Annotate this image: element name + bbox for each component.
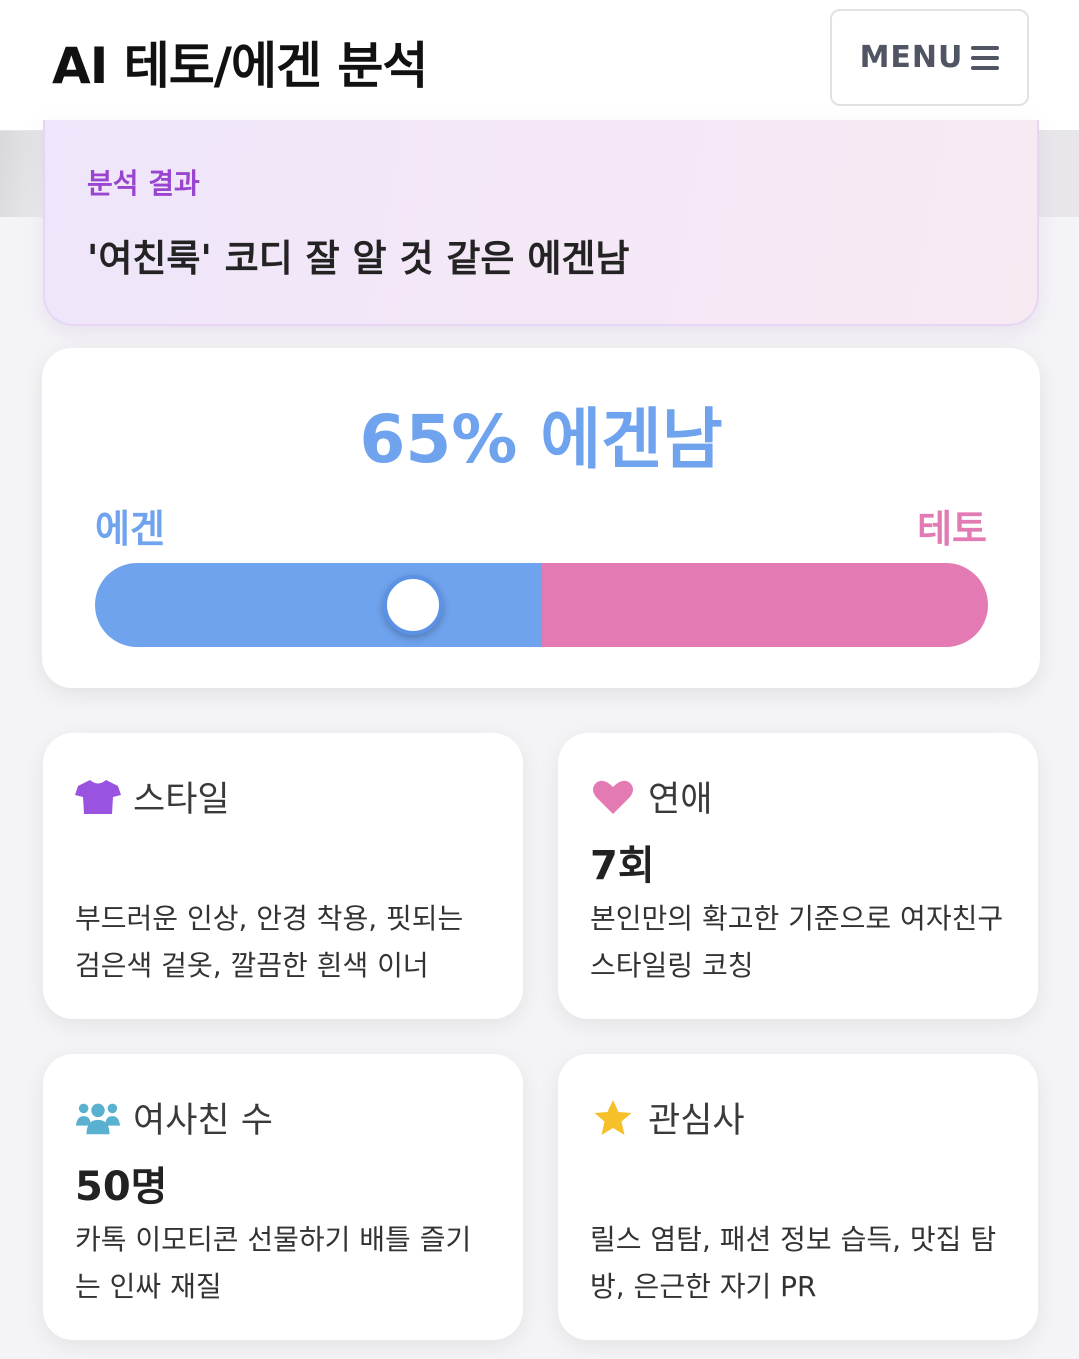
card-description: 릴스 염탐, 패션 정보 습득, 맛집 탐방, 은근한 자기 PR bbox=[590, 1223, 997, 1303]
card-description: 부드러운 인상, 안경 착용, 핏되는 검은색 겉옷, 깔끔한 흰색 이너 bbox=[75, 902, 464, 982]
app-header: AI 테토/에겐 분석 MENU bbox=[0, 0, 1079, 131]
menu-button[interactable]: MENU bbox=[830, 9, 1029, 106]
result-label: 분석 결과 bbox=[87, 167, 200, 200]
menu-label: MENU bbox=[859, 40, 964, 75]
result-text: '여친룩' 코디 잘 알 것 같은 에겐남 bbox=[87, 237, 630, 280]
card-title: 관심사 bbox=[648, 1101, 745, 1141]
teto-fill bbox=[541, 563, 988, 647]
shirt-icon bbox=[75, 776, 121, 818]
card-title: 연애 bbox=[648, 780, 713, 820]
card-description: 카톡 이모티콘 선물하기 배틀 즐기는 인싸 재질 bbox=[75, 1223, 472, 1303]
interests-card: 관심사 릴스 염탐, 패션 정보 습득, 맛집 탐방, 은근한 자기 PR bbox=[558, 1054, 1038, 1340]
card-value: 7회 bbox=[590, 843, 655, 889]
ratio-slider-track bbox=[95, 563, 988, 647]
app-title: AI 테토/에겐 분석 bbox=[52, 37, 428, 95]
egen-fill bbox=[95, 563, 542, 647]
card-title: 여사친 수 bbox=[133, 1101, 273, 1141]
egen-label: 에겐 bbox=[95, 507, 165, 551]
heart-icon bbox=[590, 776, 636, 818]
card-title: 스타일 bbox=[133, 780, 230, 820]
female-friends-card: 여사친 수 50명 카톡 이모티콘 선물하기 배틀 즐기는 인싸 재질 bbox=[43, 1054, 523, 1340]
dating-card: 연애 7회 본인만의 확고한 기준으로 여자친구 스타일링 코칭 bbox=[558, 733, 1038, 1019]
card-value: 50명 bbox=[75, 1164, 168, 1210]
card-description: 본인만의 확고한 기준으로 여자친구 스타일링 코칭 bbox=[590, 902, 1004, 982]
ratio-headline: 65% 에겐남 bbox=[359, 401, 723, 478]
style-card: 스타일 부드러운 인상, 안경 착용, 핏되는 검은색 겉옷, 깔끔한 흰색 이… bbox=[43, 733, 523, 1019]
slider-thumb[interactable] bbox=[382, 575, 443, 635]
hamburger-icon bbox=[971, 45, 1000, 70]
star-icon bbox=[590, 1097, 636, 1139]
users-icon bbox=[75, 1097, 121, 1139]
ratio-card: 65% 에겐남 에겐 테토 bbox=[42, 348, 1040, 688]
result-card: 분석 결과 '여친룩' 코디 잘 알 것 같은 에겐남 bbox=[43, 120, 1039, 326]
teto-label: 테토 bbox=[917, 507, 987, 551]
